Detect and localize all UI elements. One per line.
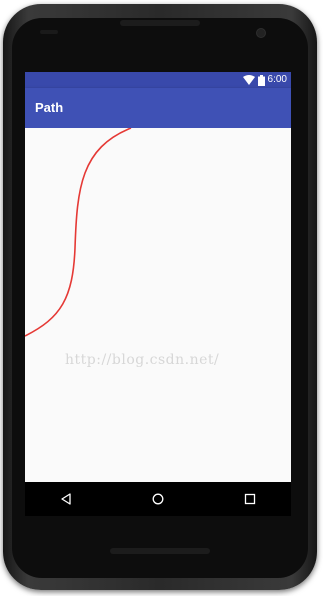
- back-button[interactable]: [58, 491, 74, 507]
- screen: 6:00 Path http://blog.csdn.net/: [25, 72, 291, 516]
- status-icons: 6:00: [242, 74, 287, 86]
- back-icon: [61, 493, 71, 505]
- device-frame: 6:00 Path http://blog.csdn.net/: [0, 0, 323, 596]
- app-title: Path: [35, 100, 64, 115]
- battery-icon: [257, 74, 265, 86]
- bottom-speaker: [110, 548, 210, 554]
- front-camera: [256, 28, 266, 38]
- recents-icon: [244, 493, 256, 505]
- path-drawing: [25, 128, 132, 337]
- home-button[interactable]: [150, 491, 166, 507]
- path-canvas[interactable]: http://blog.csdn.net/: [25, 128, 291, 482]
- recents-button[interactable]: [242, 491, 258, 507]
- wifi-icon: [242, 75, 255, 85]
- status-bar: 6:00: [25, 72, 291, 88]
- proximity-sensor: [40, 30, 58, 34]
- watermark-text: http://blog.csdn.net/: [65, 352, 220, 368]
- bezier-curve: [25, 128, 132, 337]
- home-icon: [152, 493, 164, 505]
- status-time: 6:00: [267, 74, 287, 85]
- earpiece-speaker: [120, 20, 200, 26]
- navigation-bar: [25, 482, 291, 516]
- app-bar: Path: [25, 88, 291, 128]
